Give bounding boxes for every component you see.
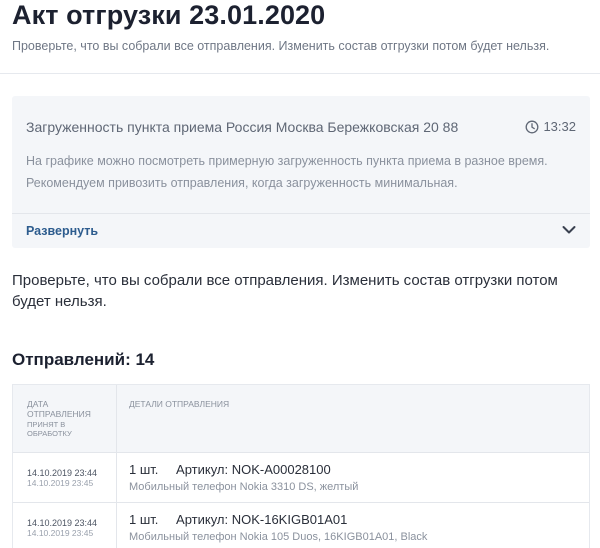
load-panel-description: На графике можно посмотреть примерную за…	[26, 154, 548, 190]
table-row[interactable]: 14.10.2019 23:44 14.10.2019 23:45 1 шт. …	[13, 453, 589, 503]
header-divider	[0, 73, 600, 74]
expand-link[interactable]: Развернуть	[26, 224, 98, 238]
row-quantity: 1 шт.	[129, 462, 159, 477]
load-panel-title: Загруженность пункта приема Россия Москв…	[26, 119, 459, 135]
chevron-down-icon[interactable]	[562, 225, 576, 235]
row-article: Артикул: NOK-16KIGB01A01	[176, 512, 348, 527]
column-header-date: Дата отправления принят в обработку	[27, 399, 112, 438]
load-panel: Загруженность пункта приема Россия Москв…	[12, 96, 590, 248]
row-article: Артикул: NOK-A00028100	[176, 462, 331, 477]
table-row[interactable]: 14.10.2019 23:44 14.10.2019 23:45 1 шт. …	[13, 503, 589, 548]
notice-text: Проверьте, что вы собрали все отправлени…	[12, 272, 558, 310]
row-date: 14.10.2019 23:44	[27, 518, 98, 528]
row-accepted-date: 14.10.2019 23:45	[27, 478, 94, 488]
page-title: Акт отгрузки 23.01.2020	[12, 0, 326, 30]
load-panel-time: 13:32	[525, 119, 576, 134]
row-date: 14.10.2019 23:44	[27, 468, 98, 478]
shipments-table: Дата отправления принят в обработку Дета…	[12, 384, 590, 548]
row-main: 1 шт. Артикул: NOK-A00028100	[129, 462, 331, 477]
load-panel-footer[interactable]: Развернуть	[12, 213, 590, 248]
page-subtitle: Проверьте, что вы собрали все отправлени…	[12, 39, 550, 53]
column-header-date-label: Дата отправления	[27, 399, 91, 419]
clock-icon	[526, 120, 539, 133]
row-accepted-date: 14.10.2019 23:45	[27, 528, 94, 538]
table-header: Дата отправления принят в обработку Дета…	[13, 385, 589, 453]
row-description: Мобильный телефон Nokia 3310 DS, желтый	[129, 481, 359, 493]
shipments-count-heading: Отправлений: 14	[12, 350, 155, 369]
row-description: Мобильный телефон Nokia 105 Duos, 16KIGB…	[129, 531, 428, 543]
row-main: 1 шт. Артикул: NOK-16KIGB01A01	[129, 512, 347, 527]
column-header-details: Детали отправления	[129, 399, 230, 409]
load-panel-time-value: 13:32	[543, 119, 576, 134]
column-header-date-sub: принят в обработку	[27, 420, 72, 438]
row-quantity: 1 шт.	[129, 512, 159, 527]
